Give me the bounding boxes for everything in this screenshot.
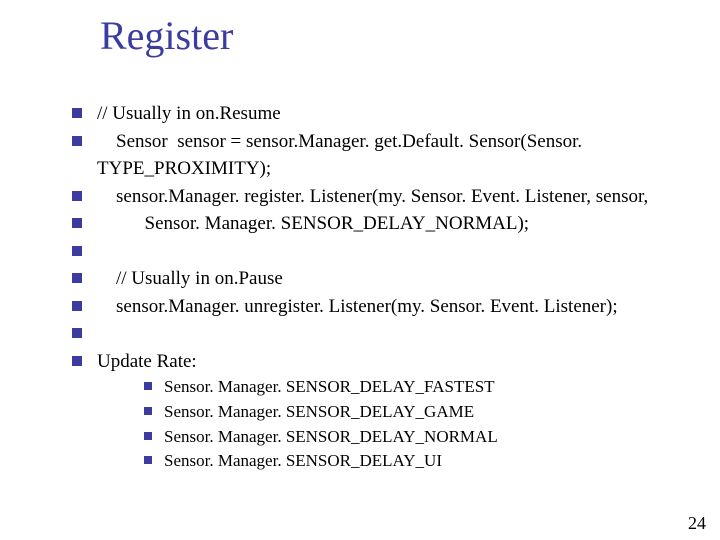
slide-body: // Usually in on.Resume Sensor sensor = … <box>72 100 692 474</box>
code-line: sensor.Manager. register. Listener(my. S… <box>97 183 692 211</box>
sub-list-item: Sensor. Manager. SENSOR_DELAY_FASTEST <box>144 375 692 400</box>
bullet-icon <box>72 136 82 146</box>
list-item: Update Rate: <box>72 348 692 376</box>
bullet-icon <box>144 456 152 464</box>
list-item: sensor.Manager. unregister. Listener(my.… <box>72 293 692 321</box>
code-line: sensor.Manager. unregister. Listener(my.… <box>97 293 692 321</box>
code-line: // Usually in on.Resume <box>97 100 692 128</box>
sub-text: Sensor. Manager. SENSOR_DELAY_NORMAL <box>164 425 692 450</box>
text-line: Update Rate: <box>97 348 692 376</box>
code-line: Sensor sensor = sensor.Manager. get.Defa… <box>97 128 692 183</box>
bullet-icon <box>72 108 82 118</box>
page-number: 24 <box>688 513 706 534</box>
sub-text: Sensor. Manager. SENSOR_DELAY_GAME <box>164 400 692 425</box>
code-line: // Usually in on.Pause <box>97 265 692 293</box>
bullet-icon <box>72 328 82 338</box>
list-item: Sensor. Manager. SENSOR_DELAY_NORMAL); <box>72 210 692 238</box>
list-item: sensor.Manager. register. Listener(my. S… <box>72 183 692 211</box>
bullet-icon <box>144 432 152 440</box>
bullet-icon <box>72 246 82 256</box>
code-line: Sensor. Manager. SENSOR_DELAY_NORMAL); <box>97 210 692 238</box>
bullet-icon <box>144 382 152 390</box>
bullet-icon <box>72 273 82 283</box>
list-item <box>72 320 692 348</box>
bullet-icon <box>72 301 82 311</box>
bullet-icon <box>72 191 82 201</box>
slide-title: Register <box>100 12 233 59</box>
list-item: // Usually in on.Resume <box>72 100 692 128</box>
list-item <box>72 238 692 266</box>
slide: Register // Usually in on.Resume Sensor … <box>0 0 720 540</box>
sub-text: Sensor. Manager. SENSOR_DELAY_FASTEST <box>164 375 692 400</box>
bullet-icon <box>72 218 82 228</box>
sub-list-item: Sensor. Manager. SENSOR_DELAY_GAME <box>144 400 692 425</box>
bullet-icon <box>144 407 152 415</box>
bullet-icon <box>72 356 82 366</box>
sub-text: Sensor. Manager. SENSOR_DELAY_UI <box>164 449 692 474</box>
sub-list-item: Sensor. Manager. SENSOR_DELAY_UI <box>144 449 692 474</box>
list-item: // Usually in on.Pause <box>72 265 692 293</box>
list-item: Sensor sensor = sensor.Manager. get.Defa… <box>72 128 692 183</box>
sub-list-item: Sensor. Manager. SENSOR_DELAY_NORMAL <box>144 425 692 450</box>
